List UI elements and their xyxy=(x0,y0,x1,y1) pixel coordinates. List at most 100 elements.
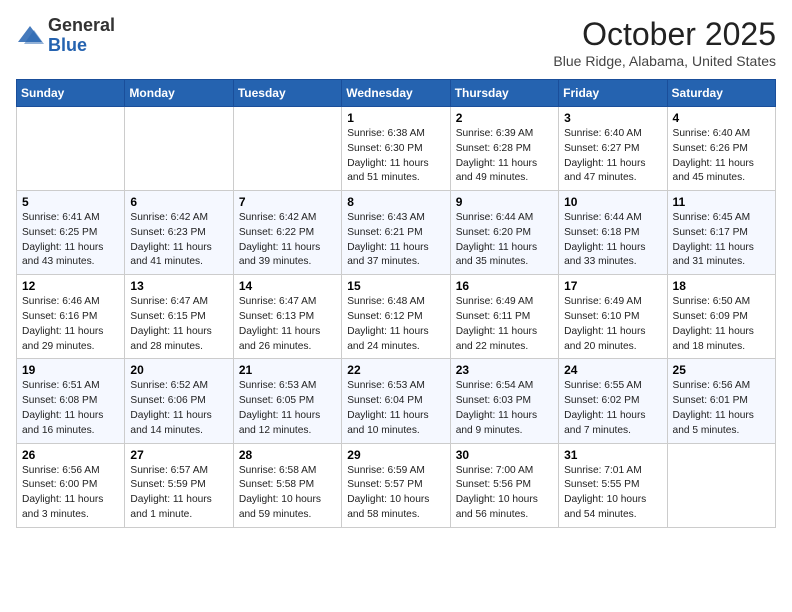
day-info: Sunrise: 6:50 AM Sunset: 6:09 PM Dayligh… xyxy=(673,295,770,354)
day-info: Sunrise: 6:41 AM Sunset: 6:25 PM Dayligh… xyxy=(22,211,119,270)
day-number: 1 xyxy=(347,111,444,125)
calendar-cell: 26 Sunrise: 6:56 AM Sunset: 6:00 PM Dayli… xyxy=(17,443,125,527)
day-info: Sunrise: 6:55 AM Sunset: 6:02 PM Dayligh… xyxy=(564,379,661,438)
calendar-cell: 2 Sunrise: 6:39 AM Sunset: 6:28 PM Daylig… xyxy=(450,107,558,191)
day-info: Sunrise: 6:38 AM Sunset: 6:30 PM Dayligh… xyxy=(347,127,444,186)
calendar-cell: 22Sunrise: 6:53 AM Sunset: 6:04 PM Dayli… xyxy=(342,359,450,443)
day-number: 28 xyxy=(239,448,336,462)
calendar-header-row: SundayMondayTuesdayWednesdayThursdayFrid… xyxy=(17,80,776,107)
calendar-cell: 16Sunrise: 6:49 AM Sunset: 6:11 PM Dayli… xyxy=(450,275,558,359)
calendar-cell: 19 Sunrise: 6:51 AM Sunset: 6:08 PM Dayli… xyxy=(17,359,125,443)
day-info: Sunrise: 6:47 AM Sunset: 6:13 PM Dayligh… xyxy=(239,295,336,354)
calendar-cell: 4 Sunrise: 6:40 AM Sunset: 6:26 PM Daylig… xyxy=(667,107,775,191)
calendar-week-4: 19 Sunrise: 6:51 AM Sunset: 6:08 PM Dayli… xyxy=(17,359,776,443)
day-number: 31 xyxy=(564,448,661,462)
day-number: 21 xyxy=(239,363,336,377)
calendar-cell: 3 Sunrise: 6:40 AM Sunset: 6:27 PM Daylig… xyxy=(559,107,667,191)
day-number: 30 xyxy=(456,448,553,462)
calendar-cell: 18 Sunrise: 6:50 AM Sunset: 6:09 PM Dayli… xyxy=(667,275,775,359)
day-info: Sunrise: 6:40 AM Sunset: 6:26 PM Dayligh… xyxy=(673,127,770,186)
calendar-cell: 28 Sunrise: 6:58 AM Sunset: 5:58 PM Dayli… xyxy=(233,443,341,527)
month-title: October 2025 xyxy=(553,16,776,53)
day-info: Sunrise: 6:46 AM Sunset: 6:16 PM Dayligh… xyxy=(22,295,119,354)
day-info: Sunrise: 6:59 AM Sunset: 5:57 PM Dayligh… xyxy=(347,464,444,523)
day-info: Sunrise: 6:57 AM Sunset: 5:59 PM Dayligh… xyxy=(130,464,227,523)
day-info: Sunrise: 6:47 AM Sunset: 6:15 PM Dayligh… xyxy=(130,295,227,354)
day-number: 22 xyxy=(347,363,444,377)
calendar-cell: 27Sunrise: 6:57 AM Sunset: 5:59 PM Dayli… xyxy=(125,443,233,527)
day-number: 4 xyxy=(673,111,770,125)
day-number: 3 xyxy=(564,111,661,125)
calendar-cell: 10 Sunrise: 6:44 AM Sunset: 6:18 PM Dayli… xyxy=(559,191,667,275)
calendar-cell: 20Sunrise: 6:52 AM Sunset: 6:06 PM Dayli… xyxy=(125,359,233,443)
day-info: Sunrise: 6:43 AM Sunset: 6:21 PM Dayligh… xyxy=(347,211,444,270)
col-header-monday: Monday xyxy=(125,80,233,107)
day-number: 14 xyxy=(239,279,336,293)
day-info: Sunrise: 6:44 AM Sunset: 6:18 PM Dayligh… xyxy=(564,211,661,270)
calendar-cell xyxy=(667,443,775,527)
col-header-friday: Friday xyxy=(559,80,667,107)
day-info: Sunrise: 7:00 AM Sunset: 5:56 PM Dayligh… xyxy=(456,464,553,523)
calendar-week-2: 5 Sunrise: 6:41 AM Sunset: 6:25 PM Daylig… xyxy=(17,191,776,275)
calendar-cell xyxy=(233,107,341,191)
day-number: 5 xyxy=(22,195,119,209)
day-number: 25 xyxy=(673,363,770,377)
day-info: Sunrise: 6:52 AM Sunset: 6:06 PM Dayligh… xyxy=(130,379,227,438)
calendar-cell: 24 Sunrise: 6:55 AM Sunset: 6:02 PM Dayli… xyxy=(559,359,667,443)
day-info: Sunrise: 6:44 AM Sunset: 6:20 PM Dayligh… xyxy=(456,211,553,270)
day-number: 15 xyxy=(347,279,444,293)
page-header: General Blue October 2025 Blue Ridge, Al… xyxy=(16,16,776,69)
logo-general-text: General xyxy=(48,16,115,36)
day-number: 2 xyxy=(456,111,553,125)
calendar-cell: 6Sunrise: 6:42 AM Sunset: 6:23 PM Daylig… xyxy=(125,191,233,275)
calendar-cell: 8 Sunrise: 6:43 AM Sunset: 6:21 PM Daylig… xyxy=(342,191,450,275)
calendar-cell: 13 Sunrise: 6:47 AM Sunset: 6:15 PM Dayli… xyxy=(125,275,233,359)
title-block: October 2025 Blue Ridge, Alabama, United… xyxy=(553,16,776,69)
calendar-cell: 23Sunrise: 6:54 AM Sunset: 6:03 PM Dayli… xyxy=(450,359,558,443)
calendar-cell: 25Sunrise: 6:56 AM Sunset: 6:01 PM Dayli… xyxy=(667,359,775,443)
day-number: 9 xyxy=(456,195,553,209)
day-info: Sunrise: 6:45 AM Sunset: 6:17 PM Dayligh… xyxy=(673,211,770,270)
calendar-cell: 17 Sunrise: 6:49 AM Sunset: 6:10 PM Dayli… xyxy=(559,275,667,359)
calendar-week-1: 1 Sunrise: 6:38 AM Sunset: 6:30 PM Daylig… xyxy=(17,107,776,191)
day-number: 13 xyxy=(130,279,227,293)
day-info: Sunrise: 6:54 AM Sunset: 6:03 PM Dayligh… xyxy=(456,379,553,438)
calendar-cell: 21 Sunrise: 6:53 AM Sunset: 6:05 PM Dayli… xyxy=(233,359,341,443)
calendar-cell: 31 Sunrise: 7:01 AM Sunset: 5:55 PM Dayli… xyxy=(559,443,667,527)
day-info: Sunrise: 6:53 AM Sunset: 6:05 PM Dayligh… xyxy=(239,379,336,438)
col-header-sunday: Sunday xyxy=(17,80,125,107)
day-info: Sunrise: 6:56 AM Sunset: 6:00 PM Dayligh… xyxy=(22,464,119,523)
logo-icon xyxy=(16,22,44,50)
logo: General Blue xyxy=(16,16,115,56)
day-number: 17 xyxy=(564,279,661,293)
calendar-cell xyxy=(125,107,233,191)
day-number: 16 xyxy=(456,279,553,293)
day-number: 7 xyxy=(239,195,336,209)
day-info: Sunrise: 6:51 AM Sunset: 6:08 PM Dayligh… xyxy=(22,379,119,438)
calendar-cell: 29Sunrise: 6:59 AM Sunset: 5:57 PM Dayli… xyxy=(342,443,450,527)
day-number: 26 xyxy=(22,448,119,462)
day-number: 19 xyxy=(22,363,119,377)
day-number: 10 xyxy=(564,195,661,209)
calendar-cell: 7Sunrise: 6:42 AM Sunset: 6:22 PM Daylig… xyxy=(233,191,341,275)
day-info: Sunrise: 6:48 AM Sunset: 6:12 PM Dayligh… xyxy=(347,295,444,354)
calendar-cell: 15 Sunrise: 6:48 AM Sunset: 6:12 PM Dayli… xyxy=(342,275,450,359)
location: Blue Ridge, Alabama, United States xyxy=(553,53,776,69)
day-info: Sunrise: 6:42 AM Sunset: 6:23 PM Dayligh… xyxy=(130,211,227,270)
day-number: 11 xyxy=(673,195,770,209)
calendar-week-5: 26 Sunrise: 6:56 AM Sunset: 6:00 PM Dayli… xyxy=(17,443,776,527)
day-info: Sunrise: 6:49 AM Sunset: 6:10 PM Dayligh… xyxy=(564,295,661,354)
day-number: 12 xyxy=(22,279,119,293)
calendar-cell: 30 Sunrise: 7:00 AM Sunset: 5:56 PM Dayli… xyxy=(450,443,558,527)
day-number: 18 xyxy=(673,279,770,293)
day-info: Sunrise: 6:40 AM Sunset: 6:27 PM Dayligh… xyxy=(564,127,661,186)
day-info: Sunrise: 6:58 AM Sunset: 5:58 PM Dayligh… xyxy=(239,464,336,523)
day-number: 24 xyxy=(564,363,661,377)
col-header-wednesday: Wednesday xyxy=(342,80,450,107)
col-header-tuesday: Tuesday xyxy=(233,80,341,107)
calendar-cell: 5 Sunrise: 6:41 AM Sunset: 6:25 PM Daylig… xyxy=(17,191,125,275)
day-info: Sunrise: 7:01 AM Sunset: 5:55 PM Dayligh… xyxy=(564,464,661,523)
calendar-week-3: 12 Sunrise: 6:46 AM Sunset: 6:16 PM Dayli… xyxy=(17,275,776,359)
day-number: 8 xyxy=(347,195,444,209)
day-info: Sunrise: 6:39 AM Sunset: 6:28 PM Dayligh… xyxy=(456,127,553,186)
